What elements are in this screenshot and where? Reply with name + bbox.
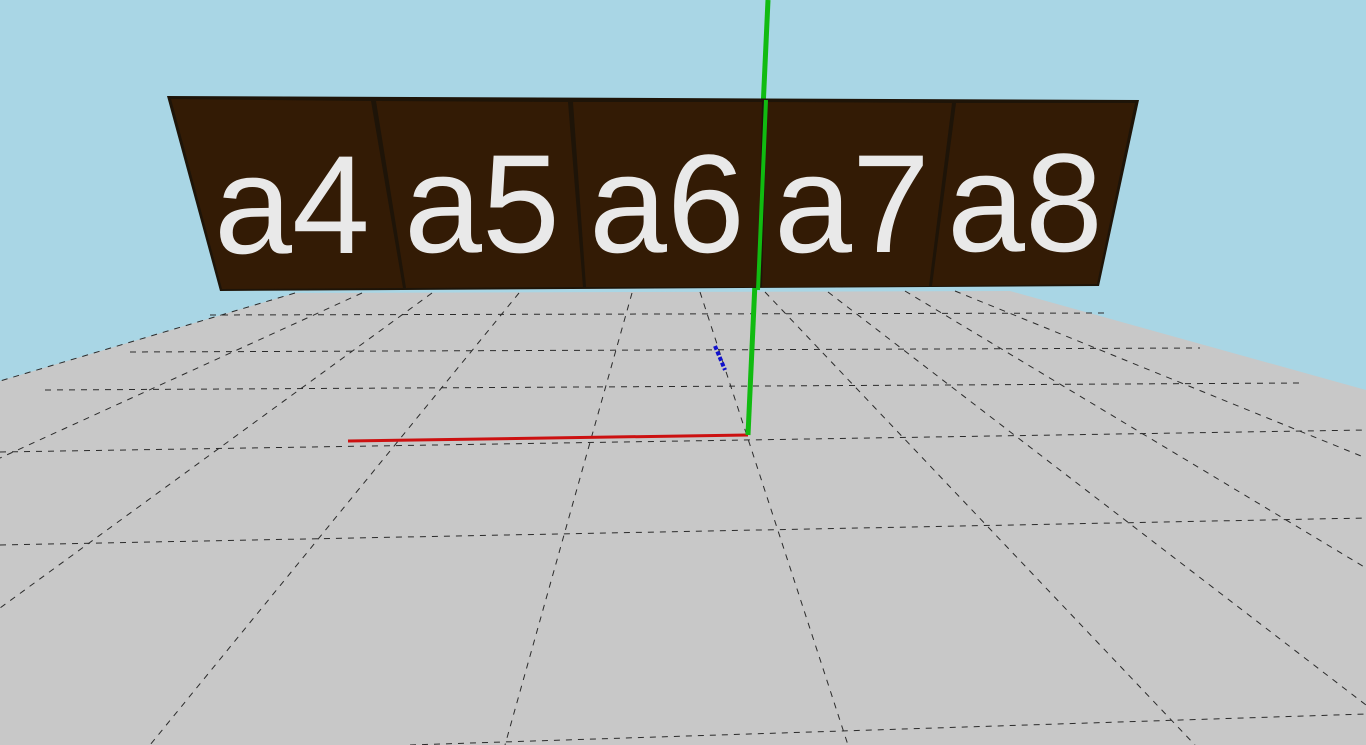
ground-plane	[0, 291, 1366, 745]
tile-label: a8	[947, 124, 1103, 281]
tile-label: a7	[774, 125, 930, 282]
3d-viewport[interactable]: a4 a5 a6 a7 a8	[0, 0, 1366, 745]
tile-label: a4	[214, 126, 370, 283]
label-board: a4 a5 a6 a7 a8	[167, 96, 1139, 291]
tile-label: a6	[589, 125, 745, 282]
tile-a6[interactable]: a6	[573, 102, 762, 287]
tile-a5[interactable]: a5	[376, 101, 583, 288]
tile-label: a5	[404, 125, 560, 282]
tile-a7[interactable]: a7	[762, 102, 952, 287]
